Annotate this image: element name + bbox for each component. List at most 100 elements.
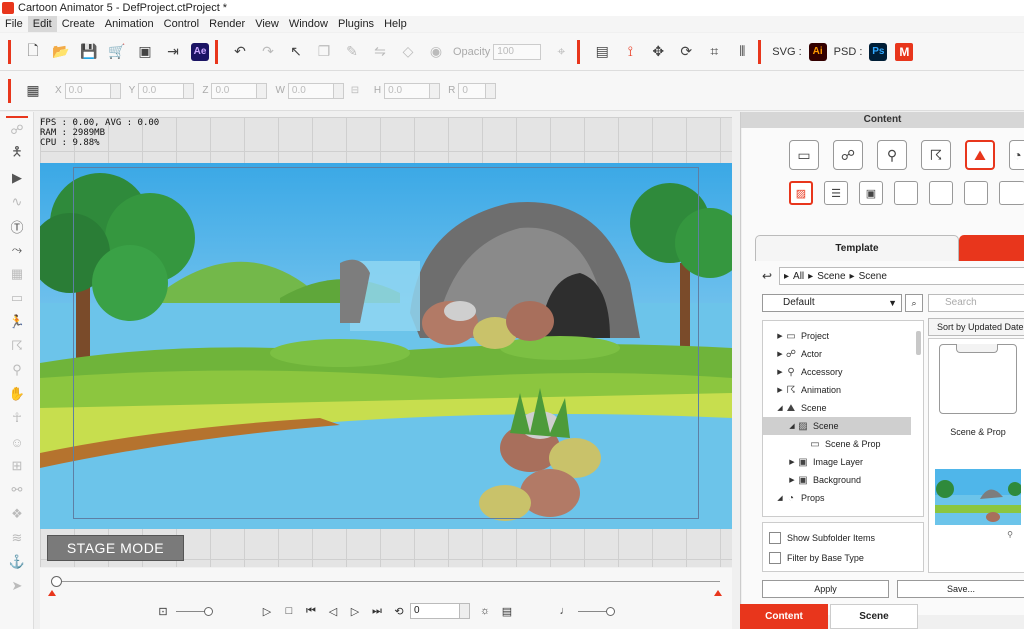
layout-icon[interactable]: ▭ <box>0 286 34 310</box>
send-icon[interactable]: ➤ <box>0 574 34 598</box>
menu-help[interactable]: Help <box>379 16 412 32</box>
prev-frame-icon[interactable]: ◁ <box>324 602 342 620</box>
deform-icon[interactable]: ⚲ <box>0 358 34 382</box>
range-end-marker[interactable] <box>714 590 722 596</box>
h-spinner[interactable] <box>430 82 441 99</box>
expand-arrow-icon[interactable]: ▶ <box>775 386 785 394</box>
save-button[interactable]: Save... <box>897 580 1024 598</box>
tab-scene[interactable]: Scene <box>830 604 918 629</box>
save-icon[interactable]: 💾 <box>79 42 99 62</box>
ik-icon[interactable]: ⚓ <box>0 550 34 574</box>
tree-item-image-layer[interactable]: ▶ ▣ Image Layer <box>763 453 913 471</box>
tree-item-accessory[interactable]: ▶ ⚲ Accessory <box>763 363 913 381</box>
paint-icon[interactable]: ✎ <box>342 42 362 62</box>
run-icon[interactable]: 🏃 <box>0 310 34 334</box>
tree-scrollbar[interactable] <box>916 331 921 355</box>
flip-icon[interactable]: ⇋ <box>370 42 390 62</box>
face-icon[interactable]: ☺ <box>0 430 34 454</box>
menu-render[interactable]: Render <box>204 16 250 32</box>
stage-mode-button[interactable]: STAGE MODE <box>47 535 184 561</box>
category-animation-icon[interactable]: ☈ <box>921 140 951 170</box>
sort-button[interactable]: Sort by Updated Date <box>928 318 1024 336</box>
actor-pose-icon[interactable]: 🯅 <box>0 142 34 166</box>
sub-layer-icon[interactable]: ☰ <box>824 181 848 205</box>
timeline-panel-icon[interactable]: ▤ <box>498 602 516 620</box>
next-frame-icon[interactable]: ▷ <box>346 602 364 620</box>
path-icon[interactable]: ⤳ <box>0 238 34 262</box>
expand-arrow-icon[interactable]: ▶ <box>775 350 785 358</box>
audio-wave-icon[interactable]: ∿ <box>0 190 34 214</box>
z-spinner[interactable] <box>257 82 268 99</box>
category-actor-icon[interactable]: ☍ <box>833 140 863 170</box>
redo-icon[interactable]: ↷ <box>258 42 278 62</box>
r-field[interactable]: 0 <box>458 82 487 99</box>
category-scene-icon[interactable]: ⛰ <box>965 140 995 170</box>
breadcrumb-scene[interactable]: Scene <box>817 271 845 282</box>
grid-layout-icon[interactable]: ▦ <box>23 81 43 101</box>
y-field[interactable]: 0.0 <box>138 82 185 99</box>
grid-icon[interactable]: ⌗ <box>704 42 724 62</box>
volume-slider[interactable] <box>578 606 615 616</box>
back-arrow-icon[interactable]: ↩ <box>755 269 779 283</box>
timeline-bars-icon[interactable]: ⦀ <box>732 42 752 62</box>
tree-item-scene[interactable]: ◢ ⛰ Scene <box>763 399 913 417</box>
tab-template[interactable]: Template <box>755 235 959 261</box>
visibility-icon[interactable]: ◉ <box>426 42 446 62</box>
puppet-icon[interactable]: ✋ <box>0 382 34 406</box>
move-icon[interactable]: ✥ <box>648 42 668 62</box>
mesh-icon[interactable]: ⊞ <box>0 454 34 478</box>
zoom-slider-knob[interactable] <box>204 606 213 616</box>
scene-thumbnail[interactable]: ⚲ <box>935 459 1021 545</box>
duplicate-icon[interactable]: ❐ <box>314 42 334 62</box>
marketplace-icon[interactable]: M <box>895 42 914 61</box>
sub-empty-2[interactable] <box>929 181 953 205</box>
filter-dropdown[interactable]: Default ▼ <box>762 294 902 312</box>
folder-thumbnail[interactable] <box>939 344 1017 414</box>
last-frame-icon[interactable]: ⏭ <box>368 602 386 620</box>
frame-spinner[interactable] <box>460 603 470 619</box>
camera-icon[interactable]: ▤ <box>592 42 612 62</box>
sub-image-icon[interactable]: ▣ <box>859 181 883 205</box>
show-subfolder-option[interactable]: Show Subfolder Items <box>769 531 875 545</box>
expand-arrow-icon[interactable]: ▶ <box>775 368 785 376</box>
subtitle-icon[interactable]: ⊡ <box>154 602 172 620</box>
tree-item-actor[interactable]: ▶ ☍ Actor <box>763 345 913 363</box>
tree-item-project[interactable]: ▶ ▭ Project <box>763 327 913 345</box>
opacity-field[interactable]: 100 <box>493 43 542 60</box>
select-arrow-icon[interactable]: ↖ <box>286 42 306 62</box>
x-field[interactable]: 0.0 <box>64 82 111 99</box>
first-frame-icon[interactable]: ⏮ <box>302 602 320 620</box>
tree-item-scene-sub[interactable]: ◢ ▨ Scene <box>763 417 911 435</box>
h-field[interactable]: 0.0 <box>384 82 431 99</box>
r-spinner[interactable] <box>486 82 497 99</box>
character-icon[interactable]: ☍ <box>0 118 34 142</box>
sub-empty-3[interactable] <box>964 181 988 205</box>
collapse-arrow-icon[interactable]: ◢ <box>787 422 797 430</box>
timeline-playhead[interactable] <box>51 576 62 587</box>
move-gizmo-icon[interactable]: ⟟ <box>620 42 640 62</box>
layer-grid-icon[interactable]: ▦ <box>0 262 34 286</box>
z-field[interactable]: 0.0 <box>211 82 258 99</box>
tab-content[interactable]: Content <box>740 604 828 629</box>
illustrator-icon[interactable]: Ai <box>808 42 827 61</box>
zoom-slider[interactable] <box>176 606 213 616</box>
y-spinner[interactable] <box>184 82 195 99</box>
after-effects-icon[interactable]: Ae <box>191 42 209 61</box>
menu-file[interactable]: File <box>0 16 28 32</box>
range-start-marker[interactable] <box>48 590 56 596</box>
w-field[interactable]: 0.0 <box>287 82 334 99</box>
sub-empty-4[interactable] <box>999 181 1024 205</box>
volume-slider-knob[interactable] <box>606 606 615 616</box>
menu-control[interactable]: Control <box>159 16 204 32</box>
sprite-icon[interactable]: ❖ <box>0 502 34 526</box>
music-note-icon[interactable]: ♩ <box>556 602 574 620</box>
filter-options-icon[interactable]: ⌕ <box>905 294 923 312</box>
menu-animation[interactable]: Animation <box>100 16 159 32</box>
w-spinner[interactable] <box>333 82 344 99</box>
show-subfolder-checkbox[interactable] <box>769 532 781 544</box>
search-input[interactable]: Search <box>928 294 1024 312</box>
pivot-icon[interactable]: ⌖ <box>551 42 571 62</box>
photoshop-icon[interactable]: Ps <box>869 42 888 61</box>
sub-empty-1[interactable] <box>894 181 918 205</box>
loop-icon[interactable]: ⟲ <box>390 602 408 620</box>
